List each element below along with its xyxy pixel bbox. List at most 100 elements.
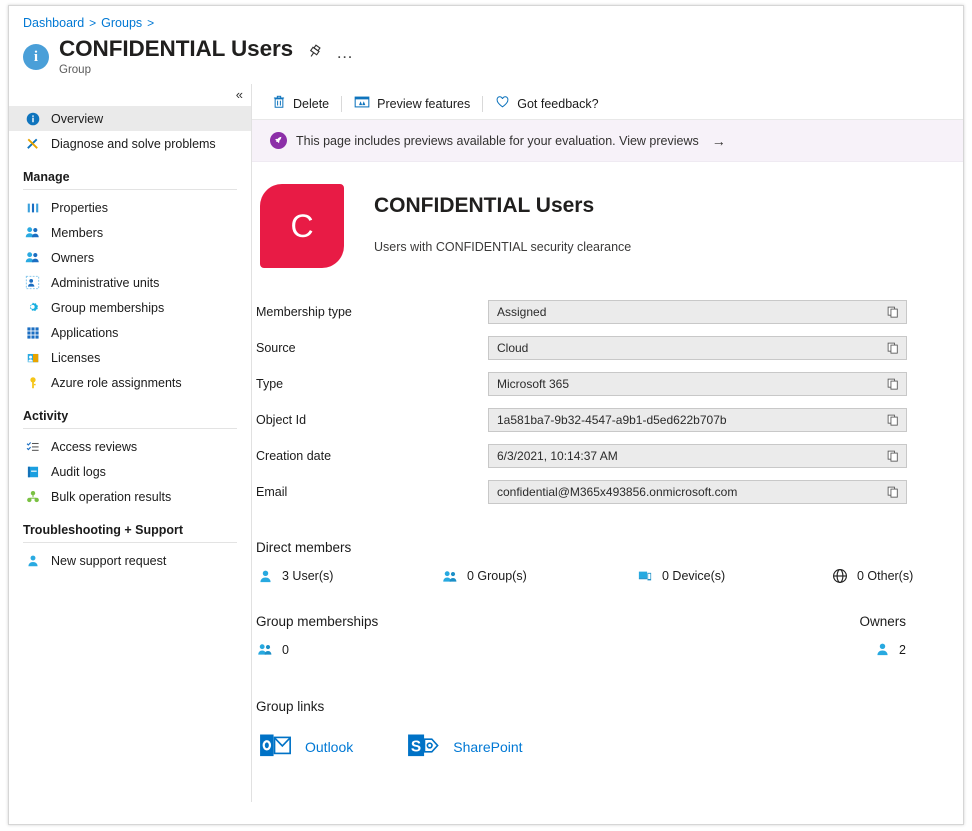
group-link-outlook[interactable]: Outlook (260, 732, 353, 762)
stat-owners[interactable]: 2 (873, 642, 906, 657)
group-name: CONFIDENTIAL Users (374, 194, 595, 217)
property-label: Source (256, 341, 296, 355)
sidebar-item-label: Licenses (51, 350, 101, 365)
property-label: Membership type (256, 305, 352, 319)
sidebar-item-label: Applications (51, 325, 119, 340)
breadcrumb-item-dashboard[interactable]: Dashboard (23, 16, 84, 30)
pin-icon[interactable] (307, 44, 322, 62)
group-link-sharepoint[interactable]: S SharePoint (408, 732, 523, 762)
copy-icon[interactable] (883, 410, 903, 430)
property-value: Microsoft 365 (497, 377, 570, 391)
copy-icon[interactable] (883, 482, 903, 502)
sidebar-item-overview[interactable]: Overview (9, 106, 251, 131)
creation-date-field[interactable]: 6/3/2021, 10:14:37 AM (488, 444, 907, 468)
source-field[interactable]: Cloud (488, 336, 907, 360)
outlook-icon (260, 732, 291, 762)
property-value: 6/3/2021, 10:14:37 AM (497, 449, 618, 463)
sidebar-item-access-reviews[interactable]: Access reviews (9, 434, 251, 459)
membership-type-field[interactable]: Assigned (488, 300, 907, 324)
got-feedback-button[interactable]: Got feedback? (485, 91, 608, 117)
sidebar-item-owners[interactable]: Owners (9, 245, 251, 270)
sidebar-group-title-troubleshooting-support: Troubleshooting + Support (23, 523, 184, 537)
sidebar-item-azure-role-assignments[interactable]: Azure role assignments (9, 370, 251, 395)
sidebar-group-title-activity: Activity (23, 409, 69, 423)
divider (23, 189, 237, 190)
sidebar-item-label: Administrative units (51, 275, 160, 290)
copy-icon[interactable] (883, 446, 903, 466)
copy-icon[interactable] (883, 302, 903, 322)
sidebar-item-label: Group memberships (51, 300, 165, 315)
sidebar-item-group-memberships[interactable]: Group memberships (9, 295, 251, 320)
wrench-icon (23, 136, 42, 151)
property-label: Email (256, 485, 288, 499)
copy-icon[interactable] (883, 338, 903, 358)
stat-devices[interactable]: 0 Device(s) (636, 568, 831, 584)
object-id-field[interactable]: 1a581ba7-9b32-4547-a9b1-d5ed622b707b (488, 408, 907, 432)
preview-banner[interactable]: This page includes previews available fo… (252, 120, 963, 162)
sidebar-item-members[interactable]: Members (9, 220, 251, 245)
title-actions: … (307, 44, 354, 62)
globe-icon (831, 568, 849, 584)
property-value: Cloud (497, 341, 529, 355)
delete-button-label: Delete (293, 96, 330, 111)
direct-members-stats: 3 User(s) 0 Group(s) 0 Device(s) 0 Other… (256, 568, 963, 584)
page-subtitle: Group (59, 64, 91, 76)
breadcrumb-separator: > (89, 16, 97, 30)
sidebar-item-properties[interactable]: Properties (9, 195, 251, 220)
sidebar-item-label: Bulk operation results (51, 489, 172, 504)
email-field[interactable]: confidential@M365x493856.onmicrosoft.com (488, 480, 907, 504)
heart-icon (495, 95, 510, 112)
sidebar-item-applications[interactable]: Applications (9, 320, 251, 345)
stat-groups[interactable]: 0 Group(s) (441, 568, 636, 584)
sidebar-item-label: Overview (51, 111, 104, 126)
stat-value: 0 (282, 642, 289, 657)
delete-button[interactable]: Delete (262, 91, 339, 117)
stat-group-memberships[interactable]: 0 (256, 642, 289, 657)
page-title: CONFIDENTIAL Users (59, 36, 294, 61)
sidebar-item-new-support-request[interactable]: New support request (9, 548, 251, 573)
divider (341, 95, 343, 112)
group-memberships-icon (23, 300, 42, 315)
sidebar-item-audit-logs[interactable]: Audit logs (9, 459, 251, 484)
stat-others[interactable]: 0 Other(s) (831, 568, 913, 584)
sidebar-item-administrative-units[interactable]: Administrative units (9, 270, 251, 295)
sidebar-item-label: Audit logs (51, 464, 106, 479)
copy-icon[interactable] (883, 374, 903, 394)
property-row-object-id: Object Id 1a581ba7-9b32-4547-a9b1-d5ed62… (256, 402, 963, 438)
sidebar-item-bulk-operation-results[interactable]: Bulk operation results (9, 484, 251, 509)
page-title-block: CONFIDENTIAL Users Group (59, 36, 293, 76)
sidebar-item-licenses[interactable]: Licenses (9, 345, 251, 370)
group-memberships-heading: Group memberships (256, 614, 379, 629)
sidebar-item-diagnose-and-solve-problems[interactable]: Diagnose and solve problems (9, 131, 251, 156)
collapse-sidebar-button[interactable]: « (236, 88, 243, 106)
group-identity: C CONFIDENTIAL Users Users with CONFIDEN… (256, 162, 963, 268)
bulk-operation-icon (23, 490, 42, 504)
main-content: Delete Preview features Got feedback? Th… (252, 84, 963, 802)
got-feedback-label: Got feedback? (517, 96, 599, 111)
sidebar-group-title-manage: Manage (23, 170, 70, 184)
property-value: Assigned (497, 305, 547, 319)
properties-icon (23, 201, 42, 215)
user-icon (873, 642, 891, 657)
preview-features-button[interactable]: Preview features (344, 91, 480, 117)
sidebar-item-label: Diagnose and solve problems (51, 136, 216, 151)
sidebar-item-label: Owners (51, 250, 95, 265)
property-value: confidential@M365x493856.onmicrosoft.com (497, 485, 738, 499)
ellipsis-icon[interactable]: … (336, 44, 354, 61)
sharepoint-icon: S (408, 732, 439, 762)
audit-logs-icon (23, 465, 42, 479)
memberships-owners-headings: Group memberships Owners (256, 614, 906, 629)
preview-banner-text: This page includes previews available fo… (296, 133, 699, 148)
administrative-units-icon (23, 275, 42, 290)
property-row-type: Type Microsoft 365 (256, 366, 963, 402)
group-links-heading: Group links (256, 699, 325, 714)
divider (23, 542, 237, 543)
info-icon: i (23, 44, 49, 70)
sidebar-collapse-row: « (9, 88, 251, 106)
breadcrumb-item-groups[interactable]: Groups (101, 16, 142, 30)
licenses-icon (23, 351, 42, 365)
type-field[interactable]: Microsoft 365 (488, 372, 907, 396)
property-row-membership-type: Membership type Assigned (256, 294, 963, 330)
stat-users[interactable]: 3 User(s) (256, 568, 441, 584)
sidebar: « Overview Diagnose and solve problems M… (9, 84, 252, 802)
